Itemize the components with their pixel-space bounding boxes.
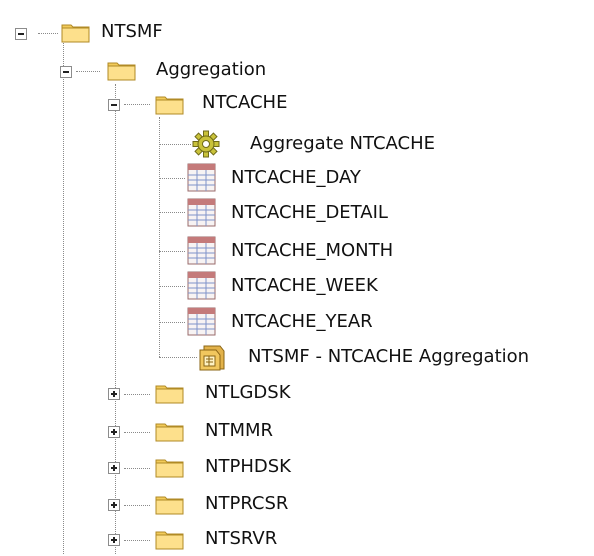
folder-icon bbox=[61, 24, 90, 43]
tree-node-label: NTSRVR bbox=[205, 528, 278, 549]
tree-node-label: NTLGDSK bbox=[205, 382, 291, 403]
folder-icon bbox=[155, 496, 184, 515]
expand-toggle[interactable] bbox=[108, 462, 120, 474]
table-icon bbox=[187, 307, 216, 336]
folder-icon bbox=[155, 385, 184, 404]
folder-icon bbox=[155, 96, 184, 115]
collapse-toggle[interactable] bbox=[15, 28, 27, 40]
table-icon bbox=[187, 271, 216, 300]
tree-node-label: NTCACHE_DAY bbox=[231, 167, 361, 188]
tree-node-ntcache-week[interactable]: NTCACHE_WEEK bbox=[0, 269, 594, 303]
tree-view: NTSMF Aggregation NTCACHE Aggregate NTCA… bbox=[0, 0, 594, 554]
expand-toggle[interactable] bbox=[108, 499, 120, 511]
tree-node-ntsmf-ntcache-aggregation[interactable]: NTSMF - NTCACHE Aggregation bbox=[0, 340, 594, 374]
tree-node-label: NTCACHE bbox=[202, 92, 288, 113]
tree-node-ntcache-month[interactable]: NTCACHE_MONTH bbox=[0, 234, 594, 268]
expand-toggle[interactable] bbox=[108, 388, 120, 400]
tree-node-aggregate-ntcache[interactable]: Aggregate NTCACHE bbox=[0, 127, 594, 161]
collapse-toggle[interactable] bbox=[108, 99, 120, 111]
tree-node-ntsmf[interactable]: NTSMF bbox=[0, 16, 594, 50]
tree-node-ntcache-day[interactable]: NTCACHE_DAY bbox=[0, 161, 594, 195]
tree-node-label: NTCACHE_YEAR bbox=[231, 311, 373, 332]
tree-node-ntcache-year[interactable]: NTCACHE_YEAR bbox=[0, 305, 594, 339]
tree-node-ntmmr[interactable]: NTMMR bbox=[0, 415, 594, 449]
tree-node-label: NTSMF - NTCACHE Aggregation bbox=[248, 346, 530, 367]
table-icon bbox=[187, 163, 216, 192]
tree-node-label: NTCACHE_DETAIL bbox=[231, 202, 388, 223]
tree-node-ntcache-detail[interactable]: NTCACHE_DETAIL bbox=[0, 196, 594, 230]
tree-node-label: Aggregate NTCACHE bbox=[250, 133, 436, 154]
expand-toggle[interactable] bbox=[108, 426, 120, 438]
tree-node-ntsrvr[interactable]: NTSRVR bbox=[0, 522, 594, 556]
tree-node-ntphdsk[interactable]: NTPHDSK bbox=[0, 451, 594, 485]
expand-toggle[interactable] bbox=[108, 534, 120, 546]
tree-node-label: NTPRCSR bbox=[205, 493, 289, 514]
folder-icon bbox=[155, 459, 184, 478]
tree-node-label: NTPHDSK bbox=[205, 456, 291, 477]
folder-icon bbox=[155, 531, 184, 550]
table-icon bbox=[187, 198, 216, 227]
folder-icon bbox=[155, 423, 184, 442]
tree-node-label: NTSMF bbox=[101, 21, 163, 42]
tree-node-ntcache[interactable]: NTCACHE bbox=[0, 87, 594, 121]
tree-node-ntprcsr[interactable]: NTPRCSR bbox=[0, 488, 594, 522]
aggregation-package-icon bbox=[199, 345, 225, 371]
folder-icon bbox=[107, 62, 136, 81]
tree-node-label: NTCACHE_MONTH bbox=[231, 240, 394, 261]
tree-node-label: NTMMR bbox=[205, 420, 274, 441]
tree-node-aggregation[interactable]: Aggregation bbox=[0, 54, 594, 88]
gear-icon bbox=[192, 130, 220, 158]
collapse-toggle[interactable] bbox=[60, 66, 72, 78]
table-icon bbox=[187, 236, 216, 265]
tree-node-label: NTCACHE_WEEK bbox=[231, 275, 378, 296]
tree-node-ntlgdsk[interactable]: NTLGDSK bbox=[0, 377, 594, 411]
tree-node-label: Aggregation bbox=[156, 59, 267, 80]
